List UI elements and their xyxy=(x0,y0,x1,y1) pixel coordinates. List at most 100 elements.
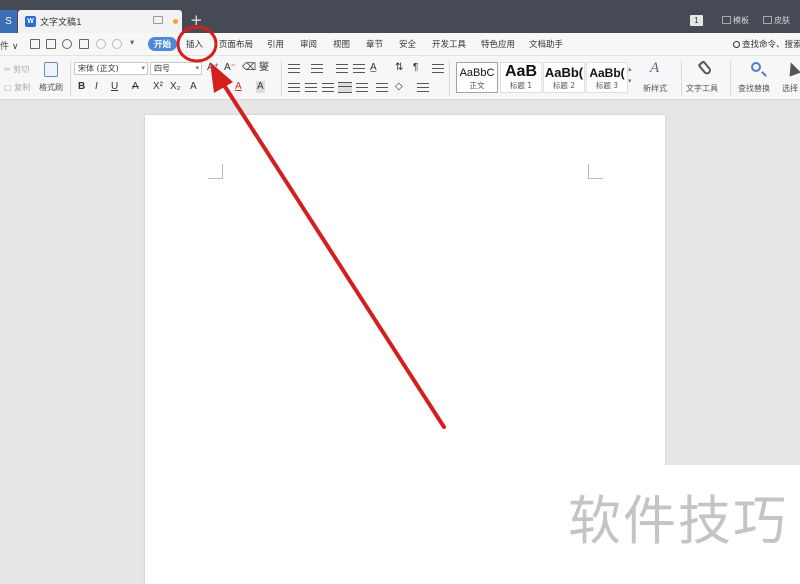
skin-icon xyxy=(763,16,772,24)
select-icon[interactable] xyxy=(785,60,800,77)
shading-icon[interactable]: ◇ xyxy=(395,81,403,93)
grow-font-icon[interactable]: A⁺ xyxy=(207,62,219,74)
text-tools-button[interactable]: 文字工具 xyxy=(686,83,718,94)
watermark-text: 软件技巧 xyxy=(568,491,788,552)
sort-icon[interactable]: ⇅ xyxy=(395,62,403,74)
style-normal[interactable]: AaBbC 正文 xyxy=(456,62,498,93)
bullet-list-icon[interactable] xyxy=(288,64,300,73)
bold-icon[interactable]: B xyxy=(78,81,85,93)
template-button[interactable]: 模板 xyxy=(722,15,749,26)
document-tab[interactable]: W 文字文稿1 xyxy=(18,10,182,33)
styles-scroll-icon[interactable]: ▴ ▾ xyxy=(628,64,632,88)
ribbon-divider xyxy=(70,60,71,96)
chinese-layout-icon[interactable]: A̲ xyxy=(370,62,377,74)
increase-indent-icon[interactable] xyxy=(353,64,365,73)
monitor-icon[interactable] xyxy=(153,16,163,24)
tab-doc-assistant[interactable]: 文档助手 xyxy=(529,38,563,50)
underline-icon[interactable]: U xyxy=(111,81,118,93)
print-icon[interactable] xyxy=(62,39,72,49)
select-button[interactable]: 选择 xyxy=(782,83,798,94)
export-pdf-icon[interactable] xyxy=(46,39,56,49)
strikethrough-icon[interactable]: A xyxy=(132,81,139,93)
style-sample: AaBb( xyxy=(544,65,584,80)
tab-developer[interactable]: 开发工具 xyxy=(432,38,466,50)
tab-page-layout[interactable]: 页面布局 xyxy=(219,38,253,50)
file-menu[interactable]: 件 ∨ xyxy=(0,39,18,52)
char-shading-icon[interactable]: A xyxy=(256,81,265,93)
find-replace-button[interactable]: 查找替换 xyxy=(738,83,770,94)
file-menu-label: 件 xyxy=(0,42,10,52)
ribbon-divider xyxy=(730,60,731,96)
tab-view[interactable]: 视图 xyxy=(333,38,350,50)
format-painter-label[interactable]: 格式刷 xyxy=(39,82,63,93)
style-name: 标题 1 xyxy=(509,81,533,90)
cut-button[interactable]: ✂ 剪切 xyxy=(4,64,29,75)
style-heading-2[interactable]: AaBb(标题 2 xyxy=(543,62,585,93)
distributed-icon[interactable] xyxy=(356,83,368,92)
phonetic-guide-icon[interactable]: 燮 xyxy=(259,62,269,74)
clear-format-icon[interactable]: ⌫ xyxy=(242,62,256,74)
text-effect-icon[interactable]: A xyxy=(190,81,197,93)
save-icon[interactable] xyxy=(30,39,40,49)
skin-button[interactable]: 皮肤 xyxy=(763,15,790,26)
app-menu-button[interactable]: S xyxy=(0,10,17,33)
style-heading-3[interactable]: AaBb(标题 3 xyxy=(586,62,628,93)
style-name: 正文 xyxy=(469,81,485,90)
text-tools-icon[interactable] xyxy=(697,60,713,76)
format-painter-icon[interactable] xyxy=(44,62,58,77)
redo-icon[interactable] xyxy=(112,39,122,49)
template-icon xyxy=(722,16,731,24)
margin-corner-mark xyxy=(208,164,223,179)
font-color-icon[interactable]: A xyxy=(235,81,242,93)
quick-access-dropdown[interactable]: ▾ xyxy=(130,38,134,48)
unsaved-dot-icon xyxy=(173,19,178,24)
tab-insert[interactable]: 插入 xyxy=(186,38,203,50)
align-center-icon[interactable] xyxy=(305,83,317,92)
align-left-icon[interactable] xyxy=(288,83,300,92)
template-label: 模板 xyxy=(733,16,749,25)
new-tab-button[interactable]: + xyxy=(190,12,203,28)
title-bar: S W 文字文稿1 + 1 模板 皮肤 xyxy=(0,0,800,33)
show-marks-icon[interactable]: ¶ xyxy=(413,62,418,74)
ribbon-divider xyxy=(449,60,450,96)
subscript-icon[interactable]: X₂ xyxy=(170,81,181,93)
style-sample: AaBbC xyxy=(459,67,495,79)
numbered-list-icon[interactable] xyxy=(311,64,323,73)
shrink-font-icon[interactable]: A⁻ xyxy=(224,62,236,74)
margin-corner-mark xyxy=(588,164,603,179)
copy-label: 复制 xyxy=(14,83,31,92)
justify-icon[interactable] xyxy=(338,82,352,93)
file-menu-arrow: ∨ xyxy=(11,42,19,52)
new-style-icon[interactable]: A xyxy=(650,60,659,77)
chevron-down-icon: ▾ xyxy=(141,64,145,72)
undo-icon[interactable] xyxy=(96,39,106,49)
find-replace-icon[interactable] xyxy=(751,62,761,72)
align-right-icon[interactable] xyxy=(322,83,334,92)
menu-bar: 件 ∨ ▾ 开始 插入 页面布局 引用 审阅 视图 章节 安全 开发工具 特色应… xyxy=(0,33,800,56)
writer-doc-icon: W xyxy=(25,16,36,27)
find-command-search[interactable]: 查找命令、搜索 xyxy=(733,38,800,50)
line-spacing-icon[interactable] xyxy=(376,83,388,92)
superscript-icon[interactable]: X² xyxy=(153,81,163,93)
ribbon-divider xyxy=(681,60,682,96)
tab-security[interactable]: 安全 xyxy=(399,38,416,50)
new-style-button[interactable]: 新样式 xyxy=(643,83,667,94)
tab-home[interactable]: 开始 xyxy=(148,37,178,51)
tab-review[interactable]: 审阅 xyxy=(300,38,317,50)
border-icon[interactable] xyxy=(417,83,429,92)
window-count-badge[interactable]: 1 xyxy=(690,15,703,26)
font-name-select[interactable]: 宋体 (正文) ▾ xyxy=(74,62,148,75)
style-name: 标题 3 xyxy=(595,81,619,90)
tab-chapter[interactable]: 章节 xyxy=(366,38,383,50)
ribbon-toolbar: ✂ 剪切 ▢ 复制 格式刷 宋体 (正文) ▾ 四号 ▾ A⁺ A⁻ ⌫ 燮 B I… xyxy=(0,56,800,100)
tab-references[interactable]: 引用 xyxy=(267,38,284,50)
tab-special-apps[interactable]: 特色应用 xyxy=(481,38,515,50)
copy-button[interactable]: ▢ 复制 xyxy=(4,82,30,93)
italic-icon[interactable]: I xyxy=(95,81,98,93)
style-sample: AaBb( xyxy=(589,66,625,80)
table-grid-icon[interactable] xyxy=(432,64,444,73)
print-preview-icon[interactable] xyxy=(79,39,89,49)
font-size-select[interactable]: 四号 ▾ xyxy=(150,62,202,75)
decrease-indent-icon[interactable] xyxy=(336,64,348,73)
style-heading-1[interactable]: AaB 标题 1 xyxy=(500,62,542,93)
